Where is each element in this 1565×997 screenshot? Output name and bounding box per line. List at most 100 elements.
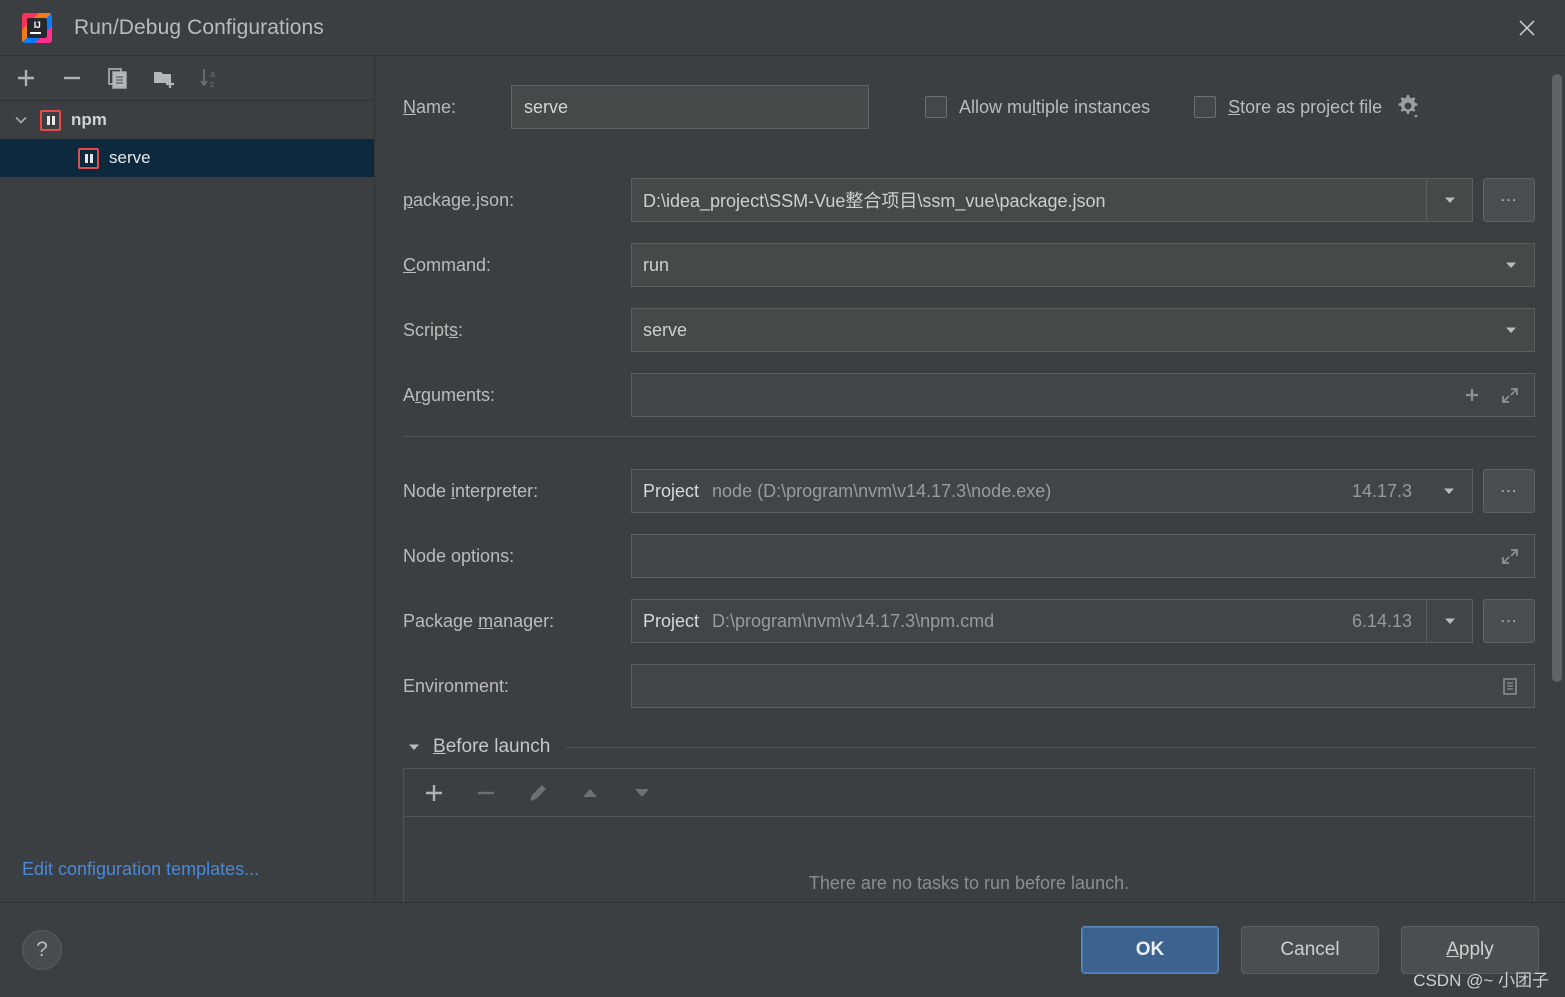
scripts-value: serve [643, 319, 688, 340]
command-field[interactable]: run [631, 243, 1535, 287]
expand-icon[interactable] [1500, 385, 1520, 405]
close-icon[interactable] [1513, 14, 1541, 42]
chevron-down-icon[interactable] [403, 736, 425, 758]
new-folder-button[interactable] [152, 66, 176, 90]
configuration-options: Allow multiple instances Store as projec… [925, 93, 1422, 121]
gear-icon[interactable] [1394, 93, 1422, 121]
configuration-editor-panel: Name: Allow multiple instances Store as … [375, 56, 1565, 902]
copy-configuration-button[interactable] [106, 66, 130, 90]
package-manager-field[interactable]: Project D:\program\nvm\v14.17.3\npm.cmd … [631, 599, 1473, 643]
command-dropdown-arrow[interactable] [1488, 244, 1534, 286]
package-manager-version: 6.14.13 [1351, 610, 1412, 631]
insert-macro-icon[interactable] [1462, 385, 1482, 405]
command-label: Command: [403, 254, 492, 275]
node-interpreter-value: node (D:\program\nvm\v14.17.3\node.exe) [712, 480, 1052, 501]
configurations-toolbar: a z [0, 56, 374, 101]
allow-multiple-instances-label: Allow multiple instances [959, 96, 1151, 117]
package-manager-row: Package manager: Project D:\program\nvm\… [403, 597, 1535, 645]
ok-button[interactable]: OK [1081, 926, 1219, 974]
command-row: Command: run [403, 241, 1535, 289]
node-interpreter-dropdown-arrow[interactable] [1426, 470, 1472, 512]
configurations-panel: a z npm serve Edit configuration templat… [0, 56, 375, 902]
logo-text: IJ [27, 17, 47, 38]
scripts-row: Scripts: serve [403, 306, 1535, 354]
store-as-project-file-checkbox[interactable]: Store as project file [1194, 96, 1382, 118]
package-manager-scope: Project [643, 610, 700, 631]
node-interpreter-browse-button[interactable]: ... [1483, 469, 1535, 513]
package-manager-browse-button[interactable]: ... [1483, 599, 1535, 643]
package-json-dropdown-arrow[interactable] [1426, 179, 1472, 221]
before-launch-divider [566, 746, 1535, 748]
arguments-row: Arguments: [403, 371, 1535, 419]
tree-item-serve[interactable]: serve [0, 139, 374, 177]
remove-task-button[interactable] [474, 781, 498, 805]
apply-button[interactable]: Apply [1401, 926, 1539, 974]
configurations-tree[interactable]: npm serve [0, 101, 374, 859]
npm-config-icon [40, 109, 61, 131]
sort-configurations-button[interactable]: a z [198, 66, 222, 90]
tree-group-label: npm [71, 110, 107, 129]
name-label: Name: [403, 96, 457, 117]
node-interpreter-label: Node interpreter: [403, 480, 539, 501]
package-json-row: package.json: D:\idea_project\SSM-Vue整合项… [403, 176, 1535, 224]
scripts-dropdown-arrow[interactable] [1488, 309, 1534, 351]
page-title: Run/Debug Configurations [74, 15, 324, 39]
name-input[interactable] [511, 85, 869, 129]
node-options-field[interactable] [631, 534, 1535, 578]
before-launch-panel: There are no tasks to run before launch. [403, 768, 1535, 902]
remove-configuration-button[interactable] [60, 66, 84, 90]
checkbox-box [1194, 96, 1217, 118]
intellij-logo-icon: IJ [22, 12, 52, 43]
arguments-label: Arguments: [403, 384, 496, 405]
checkbox-box [925, 96, 947, 118]
package-json-browse-button[interactable]: ... [1483, 178, 1535, 222]
package-manager-value: D:\program\nvm\v14.17.3\npm.cmd [712, 610, 995, 631]
svg-text:a: a [210, 69, 215, 79]
scripts-field[interactable]: serve [631, 308, 1535, 352]
node-options-label: Node options: [403, 545, 515, 566]
cancel-button[interactable]: Cancel [1241, 926, 1379, 974]
help-button[interactable]: ? [22, 930, 62, 970]
scripts-label: Scripts: [403, 319, 464, 340]
node-options-row: Node options: [403, 532, 1535, 580]
section-divider [403, 436, 1535, 437]
package-manager-label: Package manager: [403, 610, 555, 631]
add-task-button[interactable] [422, 781, 446, 805]
scrollbar-thumb[interactable] [1552, 74, 1562, 682]
configuration-editor-scroll: Name: Allow multiple instances Store as … [375, 56, 1565, 902]
editor-scrollbar[interactable] [1552, 74, 1562, 719]
node-interpreter-version: 14.17.3 [1351, 480, 1412, 501]
package-json-field[interactable]: D:\idea_project\SSM-Vue整合项目\ssm_vue\pack… [631, 178, 1473, 222]
dialog-footer: ? OK Cancel Apply CSDN @~ 小团子 [0, 902, 1565, 997]
package-json-value: D:\idea_project\SSM-Vue整合项目\ssm_vue\pack… [643, 191, 1106, 211]
npm-config-icon [78, 147, 99, 169]
edit-configuration-templates-link[interactable]: Edit configuration templates... [0, 859, 374, 902]
command-value: run [643, 254, 670, 275]
before-launch-toolbar [404, 769, 1534, 817]
svg-text:z: z [210, 79, 215, 89]
tree-item-label: serve [109, 148, 151, 167]
environment-field[interactable] [631, 664, 1535, 708]
package-manager-dropdown-arrow[interactable] [1426, 600, 1472, 642]
store-as-project-file-label: Store as project file [1228, 96, 1383, 117]
edit-task-button[interactable] [526, 781, 550, 805]
arguments-field[interactable] [631, 373, 1535, 417]
environment-label: Environment: [403, 675, 510, 696]
add-configuration-button[interactable] [14, 66, 38, 90]
move-task-up-button[interactable] [578, 781, 602, 805]
before-launch-header: Before launch [403, 736, 1535, 758]
before-launch-empty-text: There are no tasks to run before launch. [808, 873, 1130, 893]
move-task-down-button[interactable] [630, 781, 654, 805]
node-interpreter-row: Node interpreter: Project node (D:\progr… [403, 467, 1535, 515]
dialog-actions: OK Cancel Apply [1081, 926, 1539, 974]
node-interpreter-field[interactable]: Project node (D:\program\nvm\v14.17.3\no… [631, 469, 1473, 513]
list-icon[interactable] [1500, 676, 1520, 696]
expand-icon[interactable] [1500, 546, 1520, 566]
chevron-down-icon[interactable] [10, 109, 32, 131]
environment-row: Environment: [403, 662, 1535, 710]
dialog-body: a z npm serve Edit configuration templat… [0, 56, 1565, 902]
allow-multiple-instances-checkbox[interactable]: Allow multiple instances [925, 96, 1150, 118]
tree-group-npm[interactable]: npm [0, 101, 374, 139]
before-launch-label: Before launch [433, 736, 551, 757]
name-row: Name: Allow multiple instances Store as … [403, 84, 1535, 130]
